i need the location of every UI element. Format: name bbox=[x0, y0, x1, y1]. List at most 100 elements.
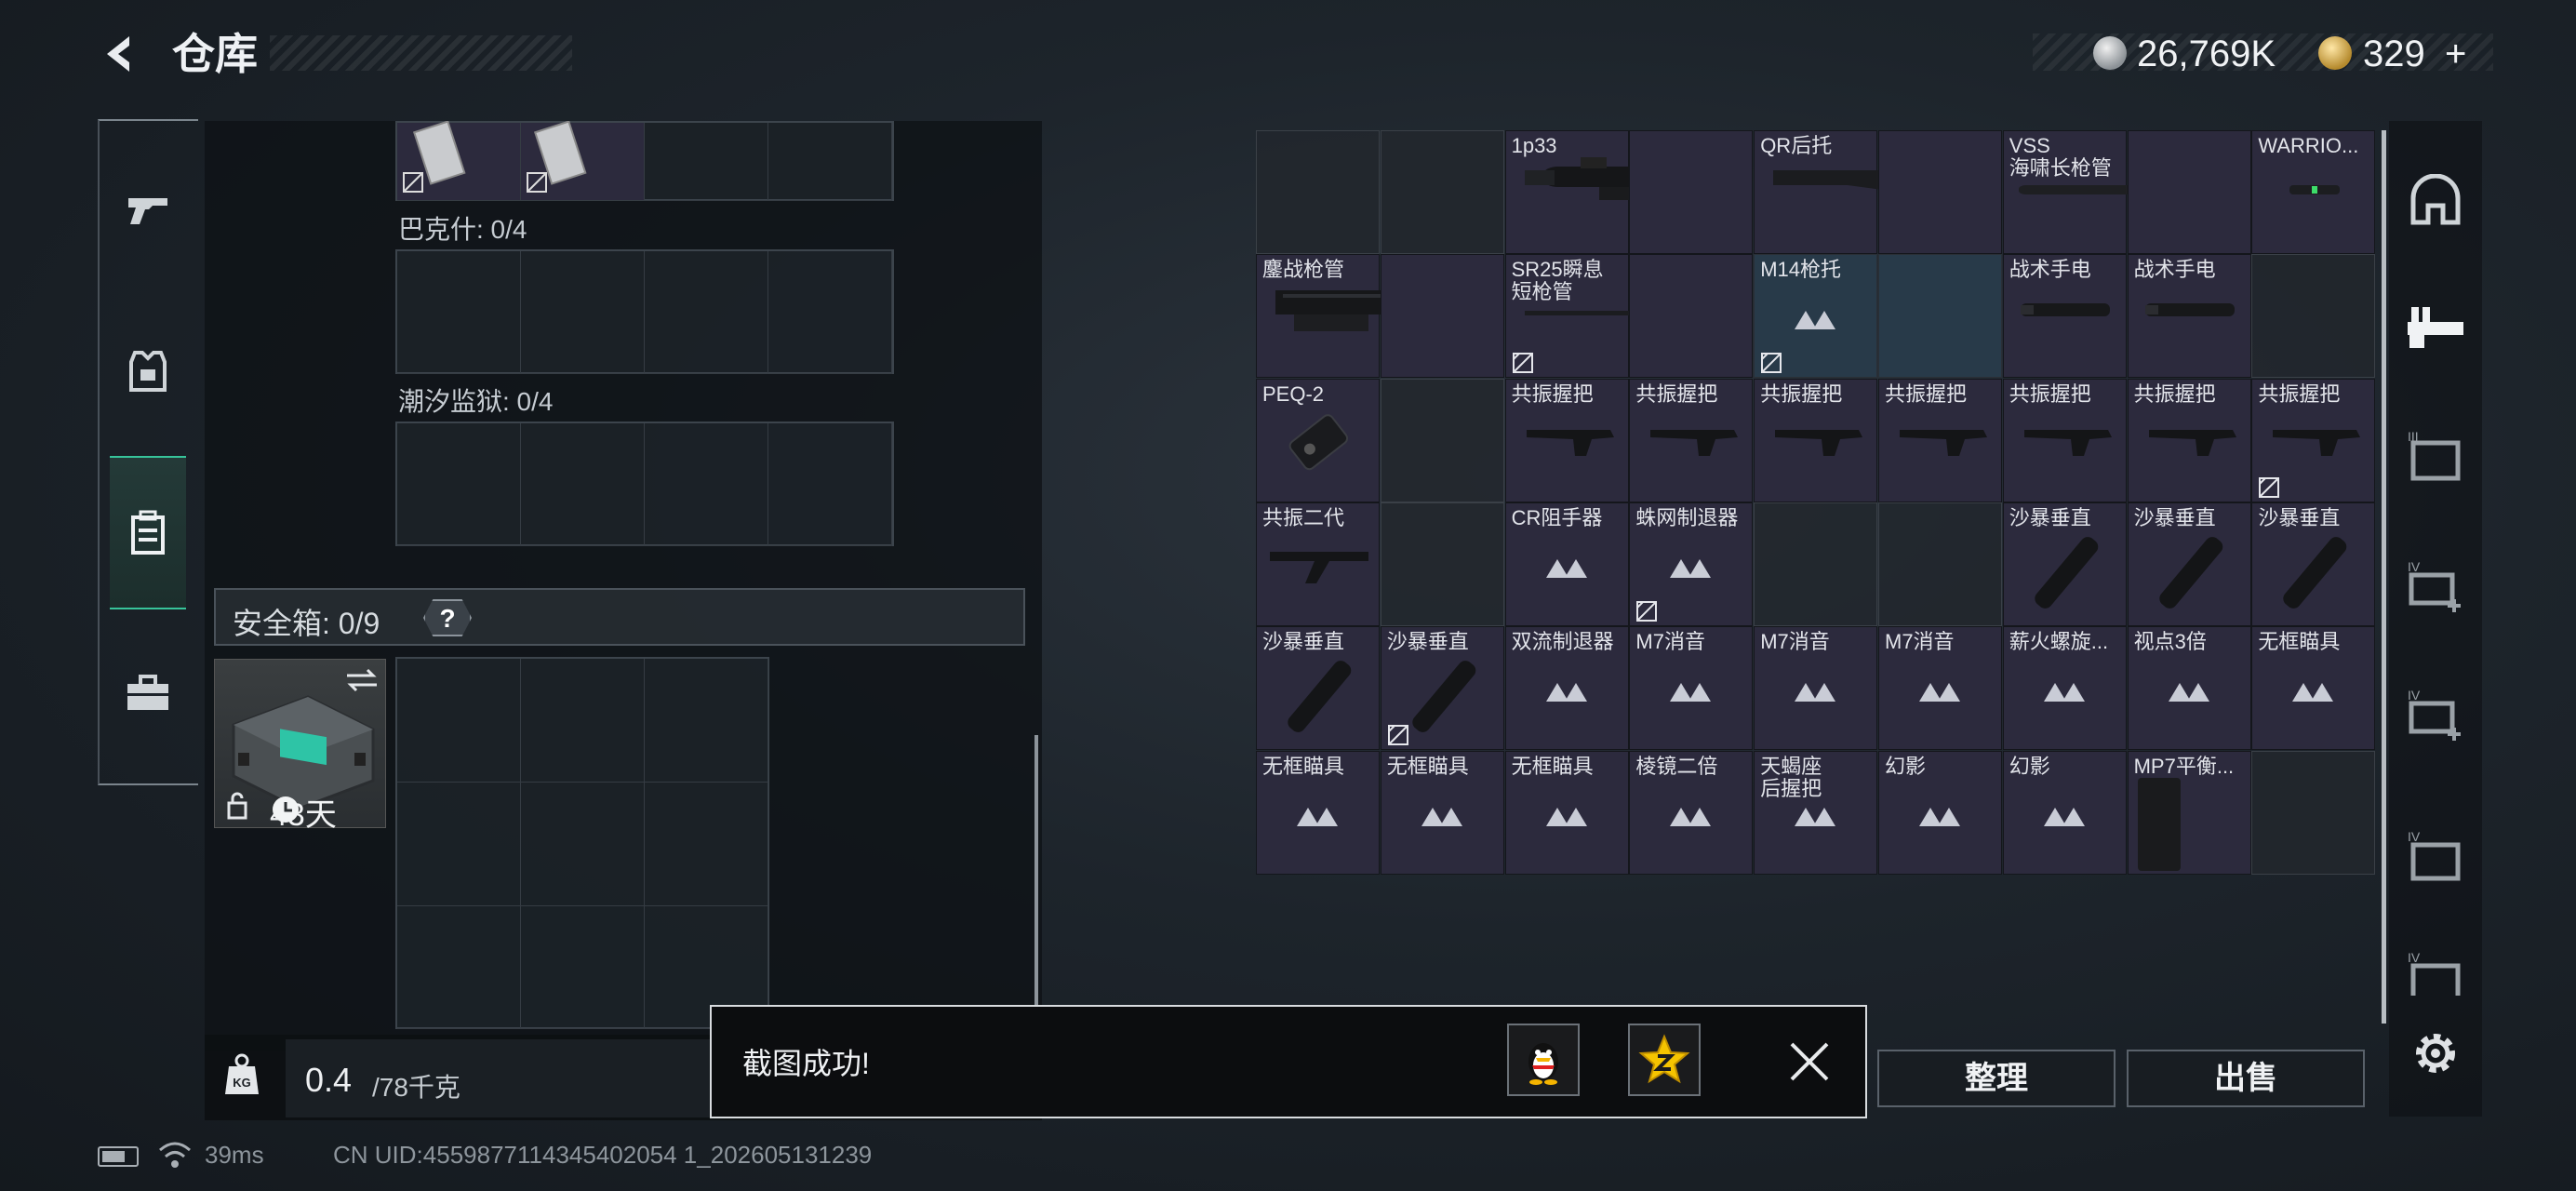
inventory-slot[interactable]: 幻影 bbox=[1878, 750, 2002, 875]
grid-cell[interactable] bbox=[645, 783, 768, 906]
inventory-slot[interactable]: 视点3倍 bbox=[2127, 626, 2251, 751]
inventory-slot[interactable]: VSS 海啸长枪管 bbox=[2002, 130, 2249, 254]
item-label: MP7平衡... bbox=[2133, 755, 2235, 778]
inventory-slot[interactable]: 双流制退器 bbox=[1504, 626, 1629, 751]
safe-box-help-button[interactable]: ? bbox=[423, 599, 472, 636]
inventory-slot[interactable]: M7消音 bbox=[1629, 626, 1754, 751]
inventory-slot[interactable]: QR后托 bbox=[1754, 130, 1986, 254]
inventory-slot[interactable] bbox=[1256, 130, 1380, 254]
inventory-slot[interactable]: M14枪托 bbox=[1754, 254, 1878, 379]
add-gold-button[interactable]: + bbox=[2445, 35, 2466, 73]
nav-level4-other[interactable]: IV bbox=[2398, 949, 2473, 996]
inventory-slot[interactable]: 共振握把 bbox=[2251, 378, 2376, 502]
settings-button[interactable] bbox=[2408, 1025, 2463, 1081]
inventory-slot[interactable]: WARRIO... bbox=[2251, 130, 2376, 254]
nav-weapons[interactable] bbox=[98, 158, 198, 261]
inventory-slot[interactable]: 沙暴垂直 bbox=[2251, 502, 2376, 626]
inventory-slot[interactable]: 无框瞄具 bbox=[2251, 626, 2376, 751]
grid-cell[interactable] bbox=[521, 423, 645, 546]
left-scrollbar[interactable] bbox=[1034, 735, 1038, 1005]
nav-level3[interactable]: III bbox=[2398, 419, 2473, 493]
item-label: 战术手电 bbox=[2133, 259, 2216, 282]
inventory-slot[interactable] bbox=[1380, 254, 1504, 379]
share-qzone-button[interactable] bbox=[1628, 1024, 1701, 1096]
inventory-slot[interactable]: SR25瞬息 短枪管 bbox=[1504, 254, 1748, 379]
inventory-slot[interactable] bbox=[1878, 502, 2002, 626]
inventory-slot[interactable] bbox=[1878, 254, 2002, 379]
inventory-slot[interactable]: 共振握把 bbox=[1878, 378, 2002, 502]
grid-cell[interactable] bbox=[645, 659, 768, 783]
inventory-slot[interactable]: 共振握把 bbox=[2002, 378, 2127, 502]
grid-cell[interactable] bbox=[397, 906, 521, 1029]
nav-level4-med-2[interactable]: IV bbox=[2398, 677, 2473, 752]
nav-all-items[interactable] bbox=[2398, 163, 2473, 237]
item-label: VSS 海啸长枪管 bbox=[2009, 135, 2112, 180]
inventory-slot[interactable]: 鏖战枪管 bbox=[1256, 254, 1499, 379]
inventory-slot[interactable]: PEQ-2 bbox=[1256, 378, 1380, 502]
header-stripe bbox=[270, 35, 572, 71]
inventory-slot[interactable]: 沙暴垂直 bbox=[2127, 502, 2251, 626]
inventory-slot[interactable]: 无框瞄具 bbox=[1256, 750, 1380, 875]
grid-cell[interactable] bbox=[645, 423, 768, 546]
inventory-slot[interactable] bbox=[2251, 254, 2376, 379]
inventory-slot[interactable]: 共振二代 bbox=[1256, 502, 1380, 626]
inventory-scrollbar[interactable] bbox=[2382, 130, 2386, 1024]
organize-button[interactable]: 整理 bbox=[1877, 1050, 2116, 1107]
page-title: 仓库 bbox=[172, 30, 258, 78]
sell-button[interactable]: 出售 bbox=[2127, 1050, 2365, 1107]
share-qq-button[interactable] bbox=[1507, 1024, 1580, 1096]
inventory-slot[interactable] bbox=[1629, 254, 1754, 379]
inventory-slot[interactable] bbox=[1629, 130, 1754, 254]
inventory-slot[interactable]: 无框瞄具 bbox=[1504, 750, 1629, 875]
nav-attachments[interactable] bbox=[2398, 288, 2473, 363]
inventory-slot[interactable]: 战术手电 bbox=[2127, 254, 2251, 379]
inventory-slot[interactable]: 共振握把 bbox=[1629, 378, 1754, 502]
inventory-slot[interactable]: CR阻手器 bbox=[1504, 502, 1629, 626]
grid-cell[interactable] bbox=[645, 123, 768, 201]
inventory-slot[interactable]: 天蝎座 后握把 bbox=[1754, 750, 1878, 875]
inventory-slot[interactable] bbox=[1754, 502, 1878, 626]
grid-cell[interactable] bbox=[397, 783, 521, 906]
grid-cell[interactable] bbox=[521, 783, 645, 906]
nav-level4-med[interactable]: IV bbox=[2398, 549, 2473, 623]
back-button[interactable] bbox=[93, 26, 149, 82]
inventory-slot[interactable] bbox=[1878, 130, 2002, 254]
nav-armor[interactable] bbox=[98, 321, 198, 423]
inventory-slot[interactable]: M7消音 bbox=[1878, 626, 2002, 751]
nav-kit[interactable] bbox=[98, 642, 198, 744]
inventory-slot[interactable]: 1p33 bbox=[1504, 130, 1737, 254]
inventory-slot[interactable]: 战术手电 bbox=[2002, 254, 2127, 379]
grid-cell[interactable] bbox=[521, 659, 645, 783]
inventory-slot[interactable]: 沙暴垂直 bbox=[2002, 502, 2127, 626]
gold-amount: 329 bbox=[2363, 33, 2425, 74]
grid-cell[interactable] bbox=[645, 251, 768, 374]
inventory-slot[interactable]: 无框瞄具 bbox=[1380, 750, 1504, 875]
inventory-slot[interactable]: MP7平衡... bbox=[2127, 750, 2251, 875]
nav-level4-box[interactable]: IV bbox=[2398, 819, 2473, 893]
grid-cell[interactable] bbox=[768, 251, 892, 374]
grid-cell[interactable] bbox=[768, 123, 892, 201]
inventory-slot[interactable] bbox=[2251, 750, 2376, 875]
grid-cell[interactable] bbox=[397, 659, 521, 783]
grid-cell[interactable] bbox=[521, 906, 645, 1029]
inventory-slot[interactable]: M7消音 bbox=[1754, 626, 1878, 751]
inventory-slot[interactable]: 沙暴垂直 bbox=[1256, 626, 1380, 751]
inventory-slot[interactable] bbox=[1380, 378, 1504, 502]
inventory-slot[interactable] bbox=[1380, 130, 1504, 254]
inventory-slot[interactable]: 幻影 bbox=[2002, 750, 2127, 875]
inventory-slot[interactable]: 共振握把 bbox=[1754, 378, 1878, 502]
grid-cell[interactable] bbox=[397, 423, 521, 546]
toast-close-button[interactable] bbox=[1782, 1035, 1836, 1089]
grid-cell[interactable] bbox=[768, 423, 892, 546]
inventory-slot[interactable]: 棱镜二倍 bbox=[1629, 750, 1754, 875]
inventory-slot[interactable] bbox=[1380, 502, 1504, 626]
inventory-slot[interactable]: 薪火螺旋... bbox=[2002, 626, 2127, 751]
inventory-slot[interactable]: 蛛网制退器 bbox=[1629, 502, 1754, 626]
inventory-slot[interactable]: 沙暴垂直 bbox=[1380, 626, 1504, 751]
inventory-slot[interactable] bbox=[2127, 130, 2251, 254]
grid-cell[interactable] bbox=[397, 251, 521, 374]
inventory-slot[interactable]: 共振握把 bbox=[1504, 378, 1629, 502]
grid-cell[interactable] bbox=[521, 251, 645, 374]
nav-backpack[interactable] bbox=[110, 456, 186, 609]
inventory-slot[interactable]: 共振握把 bbox=[2127, 378, 2251, 502]
